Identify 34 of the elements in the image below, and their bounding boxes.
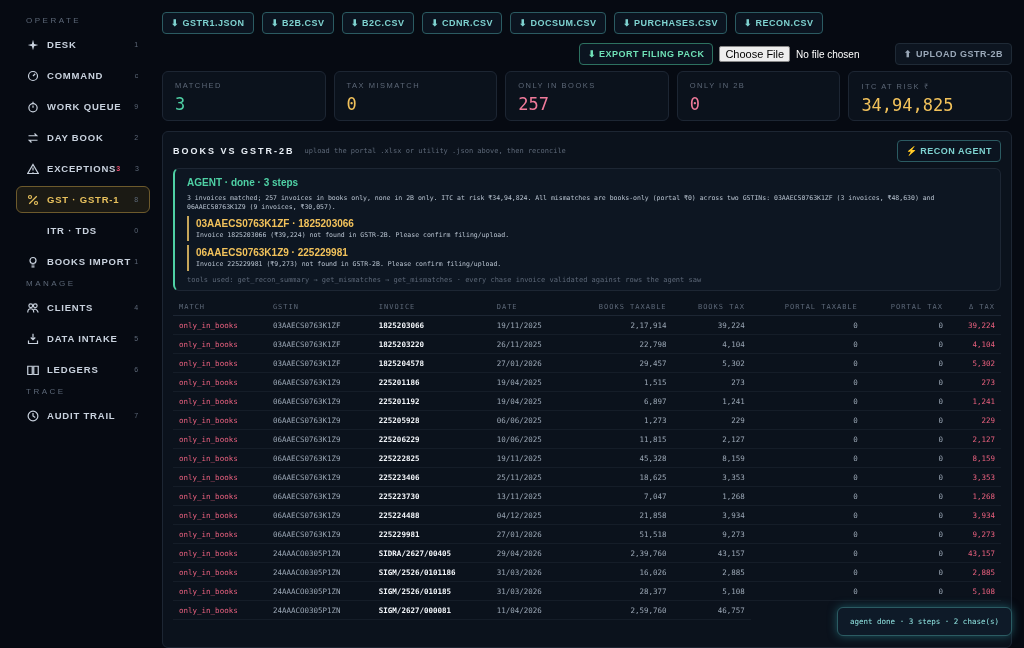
choose-file-button[interactable]: Choose File — [719, 46, 791, 62]
panel-title: BOOKS VS GSTR-2B — [173, 146, 295, 156]
swap-icon — [27, 131, 39, 144]
download-button[interactable]: ⬇ DOCSUM.CSV — [510, 12, 606, 34]
upload-button[interactable]: ⬆ UPLOAD GSTR-2B — [895, 43, 1012, 65]
export-button[interactable]: ⬇ EXPORT FILING PACK — [578, 43, 714, 65]
stat-value: 0 — [346, 94, 358, 114]
stat-value: 34,94,825 — [861, 95, 955, 115]
recon-agent-button[interactable]: ⚡ RECON AGENT — [896, 140, 1001, 162]
agent-heading: AGENT · done · 3 steps — [187, 177, 300, 188]
stat-value: 0 — [689, 94, 702, 114]
bulb-icon — [27, 255, 39, 268]
pct-icon — [27, 193, 39, 206]
download-button[interactable]: ⬇ B2B.CSV — [261, 12, 334, 34]
stat-value: 257 — [518, 94, 550, 114]
gauge-icon — [27, 69, 39, 82]
download-button[interactable]: ⬇ B2C.CSV — [341, 12, 414, 34]
chase-title: 06AAECS0763K1Z9 · 225229981 — [196, 247, 349, 259]
clock-icon — [27, 409, 39, 422]
section-heading: OPERATE — [26, 16, 83, 25]
download-button[interactable]: ⬇ CDNR.CSV — [421, 12, 503, 34]
section-heading: MANAGE — [26, 279, 77, 288]
timer-icon — [27, 100, 39, 113]
download-button[interactable]: ⬇ RECON.CSV — [735, 12, 823, 34]
chase-title: 03AAECS0763K1ZF · 1825203066 — [196, 217, 355, 229]
stat-value: 3 — [175, 94, 187, 114]
people-icon — [27, 301, 39, 314]
warn-icon — [27, 162, 39, 175]
download-button[interactable]: ⬇ PURCHASES.CSV — [613, 12, 728, 34]
intake-icon — [27, 332, 39, 345]
download-button[interactable]: ⬇ GSTR1.JSON — [162, 12, 254, 34]
section-heading: TRACE — [26, 387, 67, 396]
file-status: No file chosen — [796, 48, 860, 60]
book-icon — [27, 363, 39, 376]
